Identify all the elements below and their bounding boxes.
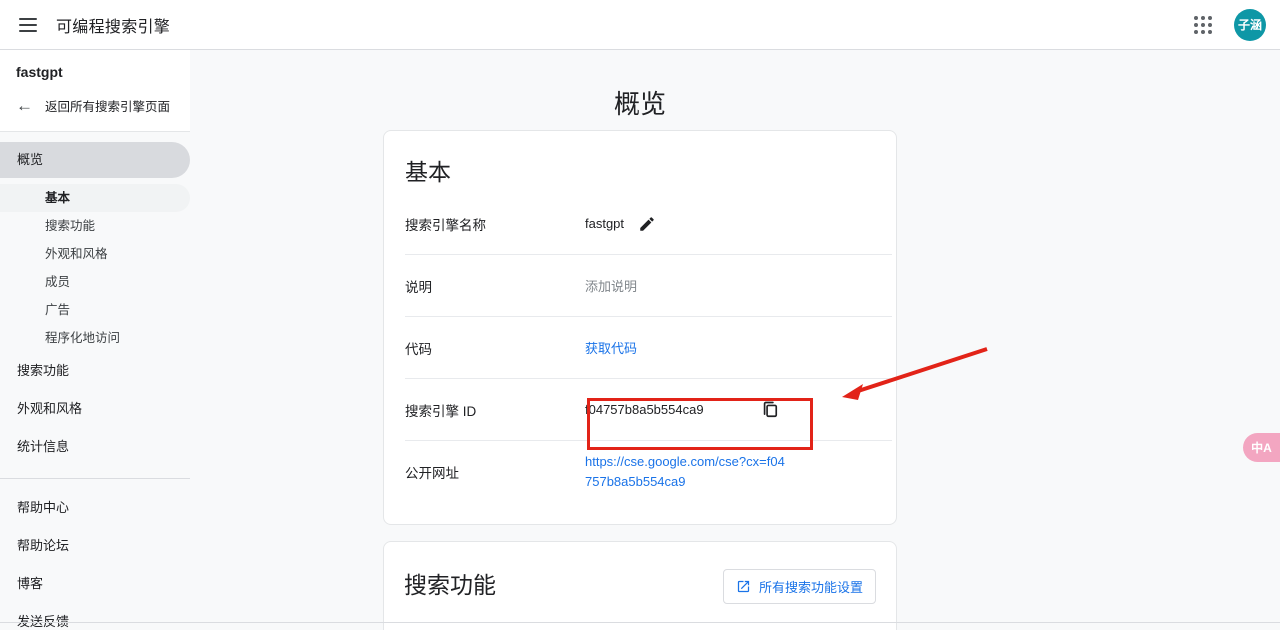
sidebar-item-overview[interactable]: 概览 [0,142,190,178]
translate-icon: 中A [1251,439,1272,456]
back-to-all-engines[interactable]: ← 返回所有搜索引擎页面 [16,96,174,115]
sidebar-item-statistics[interactable]: 统计信息 [0,428,190,466]
sidebar-item-send-feedback[interactable]: 发送反馈 [0,603,190,630]
engine-name: fastgpt [16,64,174,80]
app-title: 可编程搜索引擎 [56,13,170,37]
copy-icon[interactable] [760,400,780,420]
sidebar-item-look-and-feel[interactable]: 外观和风格 [0,390,190,428]
sidebar-subitem-members[interactable]: 成员 [0,268,190,296]
sidebar-subitem-programmatic-access[interactable]: 程序化地访问 [0,324,190,352]
sidebar-item-help-forum[interactable]: 帮助论坛 [0,527,190,565]
sidebar-item-blog[interactable]: 博客 [0,565,190,603]
google-apps-icon[interactable] [1186,8,1220,42]
page-title: 概览 [383,84,897,121]
row-public-url: 公开网址 https://cse.google.com/cse?cx=f0475… [405,441,892,503]
sidebar-subitem-ads[interactable]: 广告 [0,296,190,324]
basic-card-title: 基本 [405,131,892,193]
row-engine-id: 搜索引擎 ID f04757b8a5b554ca9 [405,379,892,441]
settings-button-label: 所有搜索功能设置 [759,577,863,596]
engine-name-value: fastgpt [585,216,624,231]
sidebar-nav: 概览 基本 搜索功能 外观和风格 成员 广告 程序化地访问 搜索功能 外观和风格… [0,132,190,630]
open-in-new-icon [736,579,751,594]
public-url-link[interactable]: https://cse.google.com/cse?cx=f04757b8a5… [585,452,791,492]
basic-card: 基本 搜索引擎名称 fastgpt 说明 添加说明 代码 获取代码 搜索引擎 I… [383,130,897,525]
edit-pencil-icon[interactable] [638,215,656,233]
avatar[interactable]: 子涵 [1234,9,1266,41]
top-app-bar: 可编程搜索引擎 子涵 [0,0,1280,50]
sidebar-subitem-search-features[interactable]: 搜索功能 [0,212,190,240]
sidebar-item-help-center[interactable]: 帮助中心 [0,489,190,527]
row-label: 代码 [405,338,585,358]
sidebar-subitem-look-and-feel[interactable]: 外观和风格 [0,240,190,268]
get-code-link[interactable]: 获取代码 [585,338,637,357]
row-label: 公开网址 [405,462,585,482]
viewport-bottom-divider [0,622,1280,623]
sidebar-item-search-features[interactable]: 搜索功能 [0,352,190,390]
main-content: 概览 基本 搜索引擎名称 fastgpt 说明 添加说明 代码 获取代码 [190,50,1280,630]
row-label: 说明 [405,276,585,296]
back-label: 返回所有搜索引擎页面 [45,96,170,115]
sidebar-header: fastgpt ← 返回所有搜索引擎页面 [0,50,190,132]
row-code: 代码 获取代码 [405,317,892,379]
translate-widget-button[interactable]: 中A [1243,433,1280,462]
search-features-card: 搜索功能 所有搜索功能设置 [383,541,897,630]
row-label: 搜索引擎 ID [405,400,585,420]
back-arrow-icon: ← [16,97,33,114]
search-card-title: 搜索功能 [404,566,496,606]
all-search-features-settings-button[interactable]: 所有搜索功能设置 [723,569,876,604]
hamburger-menu-icon[interactable] [8,5,48,45]
sidebar: fastgpt ← 返回所有搜索引擎页面 概览 基本 搜索功能 外观和风格 成员… [0,50,190,630]
sidebar-subitem-basic[interactable]: 基本 [0,184,190,212]
row-description: 说明 添加说明 [405,255,892,317]
row-label: 搜索引擎名称 [405,214,585,234]
row-engine-name: 搜索引擎名称 fastgpt [405,193,892,255]
description-placeholder[interactable]: 添加说明 [585,276,637,295]
engine-id-value: f04757b8a5b554ca9 [585,402,704,417]
sidebar-divider [0,478,190,479]
